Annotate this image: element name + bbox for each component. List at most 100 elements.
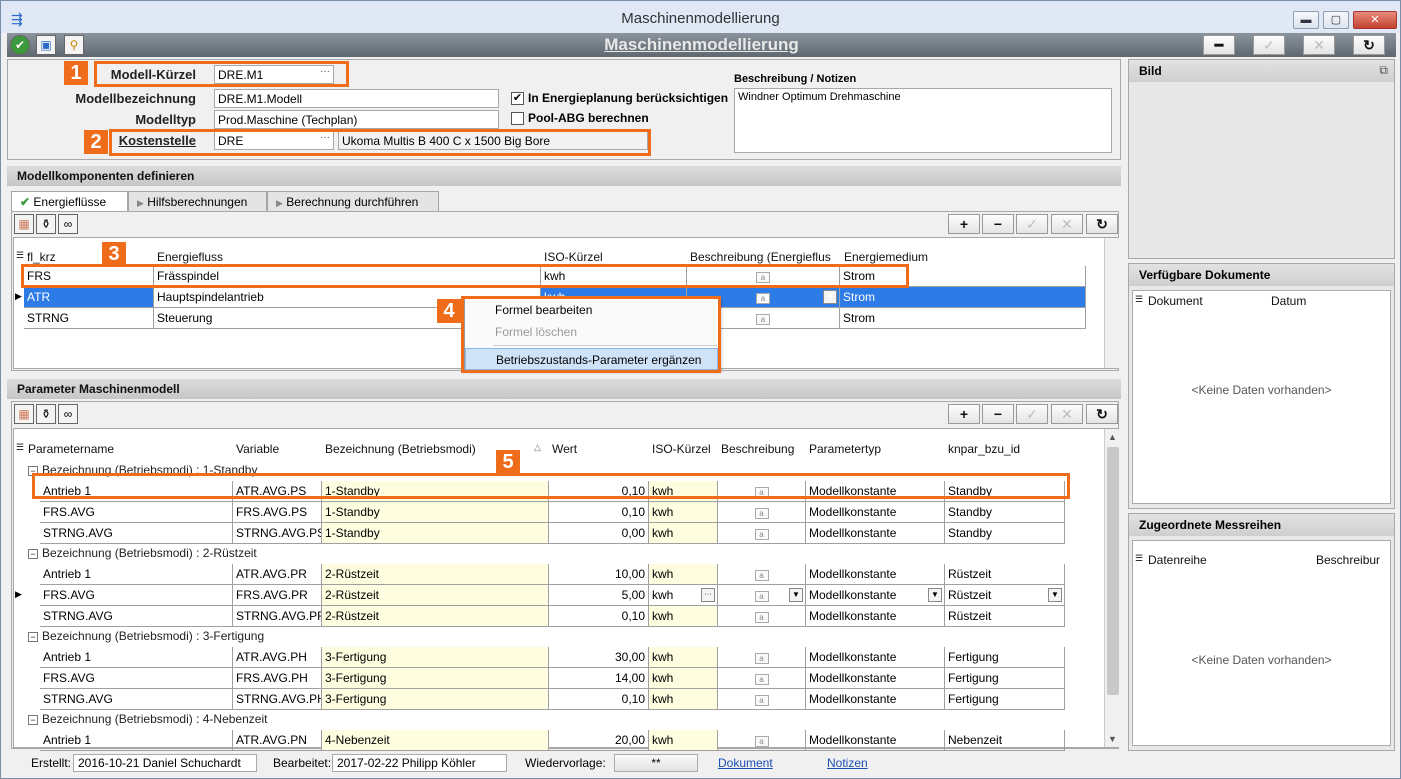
- col-beschreibung[interactable]: Beschreibung: [721, 442, 794, 456]
- group-row[interactable]: − Bezeichnung (Betriebsmodi) : 2-Rüstzeit: [28, 546, 257, 560]
- notizen-link[interactable]: Notizen: [827, 756, 868, 770]
- col-datum[interactable]: Datum: [1271, 294, 1306, 308]
- module-title: Maschinenmodellierung: [604, 35, 799, 54]
- badge-5: 5: [496, 450, 520, 474]
- module-toolbar: Maschinenmodellierung ✔ ▣ ⚲ ━ ✓ ✕ ↻: [7, 33, 1396, 57]
- scrollbar[interactable]: ▲ ▼: [1104, 429, 1120, 747]
- refresh-row-button[interactable]: ↻: [1086, 214, 1118, 234]
- col-variable[interactable]: Variable: [236, 442, 279, 456]
- column-chooser-icon[interactable]: ☰: [16, 442, 24, 453]
- remove-parameter-button[interactable]: −: [982, 404, 1014, 424]
- messreihen-pane: Zugeordnete Messreihen ☰ Datenreihe Besc…: [1128, 513, 1395, 751]
- tab-hilfsberechnungen[interactable]: ▶ Hilfsberechnungen: [128, 191, 267, 212]
- window-icon[interactable]: ▣: [36, 35, 56, 55]
- confirm-row-button[interactable]: ✓: [1016, 214, 1048, 234]
- maximize-button[interactable]: ▢: [1323, 11, 1349, 29]
- komponenten-header: Modellkomponenten definieren: [7, 166, 1121, 186]
- energieplanung-label: In Energieplanung berücksichtigen: [528, 91, 729, 105]
- confirm-parameter-button[interactable]: ✓: [1016, 404, 1048, 424]
- document-icon: a: [754, 653, 769, 664]
- col-dokument[interactable]: Dokument: [1148, 294, 1203, 308]
- add-parameter-button[interactable]: +: [948, 404, 980, 424]
- pool-checkbox[interactable]: [511, 112, 524, 125]
- badge-2: 2: [84, 130, 108, 154]
- bild-pane: Bild ⧉: [1128, 59, 1395, 259]
- cancel-row-button[interactable]: ✕: [1051, 214, 1083, 234]
- col-parametertyp[interactable]: Parametertyp: [809, 442, 881, 456]
- col-datenreihe[interactable]: Datenreihe: [1148, 553, 1207, 567]
- col-beschreibung[interactable]: Beschreibung (Energieflus: [690, 250, 831, 264]
- binoculars-icon[interactable]: ∞: [58, 214, 78, 234]
- row-pointer-icon: ▶: [15, 589, 22, 599]
- tab-energiefluesse[interactable]: ✔ Energieflüsse: [11, 191, 128, 213]
- energieplanung-checkbox[interactable]: ✔: [511, 92, 524, 105]
- remove-row-button[interactable]: −: [982, 214, 1014, 234]
- title-bar: ⇶ Maschinenmodellierung ▬ ▢ ✕: [1, 1, 1400, 33]
- notes-field[interactable]: Windner Optimum Drehmaschine: [734, 88, 1112, 153]
- scroll-up-icon: ▲: [1108, 432, 1117, 442]
- document-icon: a: [754, 529, 769, 540]
- notes-label: Beschreibung / Notizen: [734, 73, 857, 85]
- highlight-2: [109, 129, 651, 156]
- komponenten-tabs: ✔ Energieflüsse ▶ Hilfsberechnungen ▶ Be…: [11, 191, 441, 213]
- dokumente-list: ☰ Dokument Datum <Keine Daten vorhanden>: [1132, 290, 1391, 504]
- col-iso[interactable]: ISO-Kürzel: [544, 250, 603, 264]
- dokument-link[interactable]: Dokument: [718, 756, 773, 770]
- chevron-down-icon: ▼: [1048, 588, 1062, 602]
- document-icon: a: [754, 612, 769, 623]
- scroll-thumb: [1107, 447, 1119, 695]
- empty-message: <Keine Daten vorhanden>: [1191, 653, 1332, 667]
- modelltyp-label: Modelltyp: [135, 112, 196, 127]
- wiedervorlage-label: Wiedervorlage:: [525, 756, 606, 770]
- cancel-button[interactable]: ✕: [1303, 35, 1335, 55]
- refresh-button[interactable]: ↻: [1353, 35, 1385, 55]
- col-iso[interactable]: ISO-Kürzel: [652, 442, 711, 456]
- refresh-parameter-button[interactable]: ↻: [1086, 404, 1118, 424]
- modellbezeichnung-field[interactable]: DRE.M1.Modell: [214, 89, 499, 108]
- messreihen-list: ☰ Datenreihe Beschreibur <Keine Daten vo…: [1132, 540, 1391, 746]
- highlight-4: [461, 296, 721, 373]
- highlight-1: [94, 61, 349, 87]
- chevron-down-icon: ▼: [928, 588, 942, 602]
- row-pointer-icon: ▶: [15, 291, 22, 301]
- column-chooser-icon[interactable]: ☰: [16, 250, 24, 261]
- cancel-parameter-button[interactable]: ✕: [1051, 404, 1083, 424]
- close-button[interactable]: ✕: [1353, 11, 1397, 29]
- document-icon: a: [754, 674, 769, 685]
- grid-layout-icon[interactable]: ▦: [14, 404, 34, 424]
- col-fl-krz[interactable]: fl_krz: [27, 250, 56, 264]
- col-knpar-bzu-id[interactable]: knpar_bzu_id: [948, 442, 1020, 456]
- restore-icon[interactable]: ⧉: [1379, 63, 1388, 78]
- group-row[interactable]: − Bezeichnung (Betriebsmodi) : 4-Nebenzei…: [28, 712, 267, 726]
- col-medium[interactable]: Energiemedium: [844, 250, 928, 264]
- col-parametername[interactable]: Parametername: [28, 442, 114, 456]
- collapse-icon: −: [28, 549, 38, 559]
- group-row[interactable]: − Bezeichnung (Betriebsmodi) : 3-Fertigun…: [28, 629, 264, 643]
- col-wert[interactable]: Wert: [552, 442, 577, 456]
- bild-header: Bild: [1129, 60, 1394, 82]
- collapse-button[interactable]: ━: [1203, 35, 1235, 55]
- pool-label: Pool-ABG berechnen: [528, 111, 649, 125]
- save-icon[interactable]: ✔: [10, 35, 30, 55]
- filter-icon[interactable]: ⚱: [36, 404, 56, 424]
- col-beschreibung[interactable]: Beschreibur: [1316, 553, 1380, 567]
- scrollbar[interactable]: [1104, 238, 1120, 368]
- search-icon[interactable]: ⚲: [64, 35, 84, 55]
- binoculars-icon[interactable]: ∞: [58, 404, 78, 424]
- chevron-down-icon: ▼: [823, 290, 837, 304]
- col-bezeichnung[interactable]: Bezeichnung (Betriebsmodi): [325, 442, 476, 456]
- confirm-button[interactable]: ✓: [1253, 35, 1285, 55]
- modelltyp-field[interactable]: Prod.Maschine (Techplan): [214, 110, 499, 129]
- grid-layout-icon[interactable]: ▦: [14, 214, 34, 234]
- col-energiefluss[interactable]: Energiefluss: [157, 250, 223, 264]
- filter-icon[interactable]: ⚱: [36, 214, 56, 234]
- minimize-button[interactable]: ▬: [1293, 11, 1319, 29]
- wiedervorlage-button[interactable]: **: [614, 754, 698, 772]
- document-icon: a: [754, 695, 769, 706]
- modellbezeichnung-label: Modellbezeichnung: [75, 91, 196, 106]
- document-icon: a: [756, 293, 770, 304]
- document-icon: a: [754, 570, 769, 581]
- add-row-button[interactable]: +: [948, 214, 980, 234]
- tab-berechnung[interactable]: ▶ Berechnung durchführen: [267, 191, 439, 212]
- window-title: Maschinenmodellierung: [621, 10, 780, 27]
